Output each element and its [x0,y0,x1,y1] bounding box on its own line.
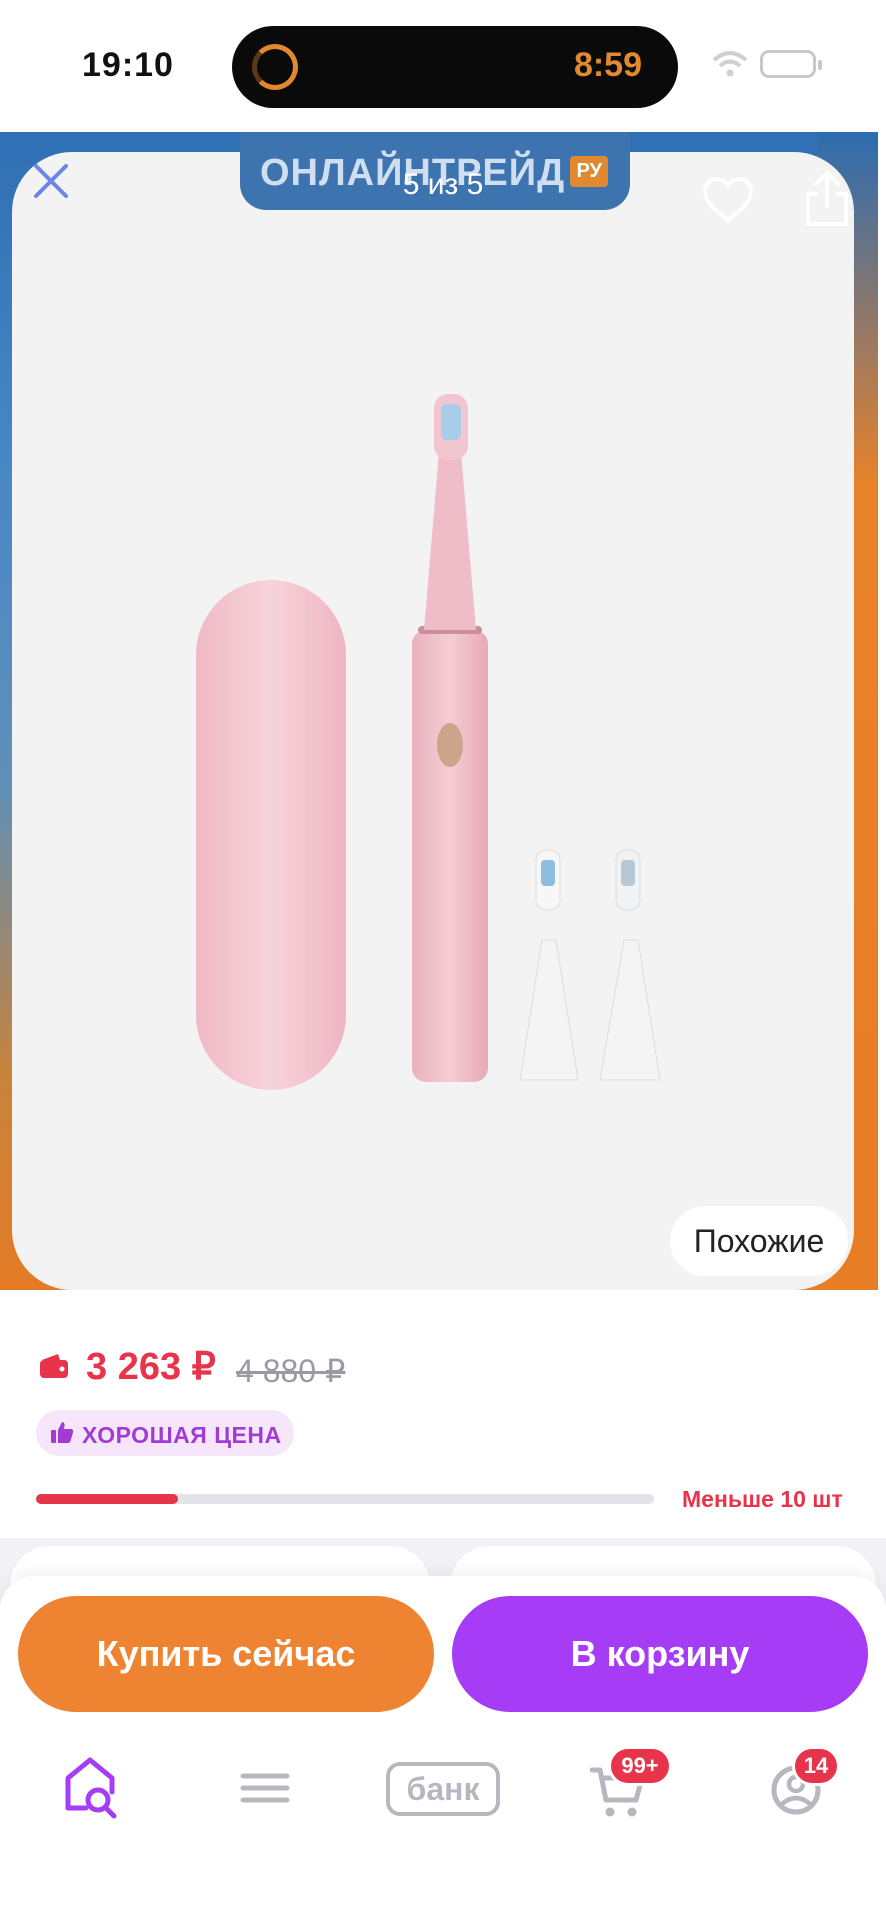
island-timer-text: 8:59 [573,46,642,84]
favorite-heart-icon[interactable] [702,176,754,224]
stock-remaining-text: Меньше 10 шт [682,1486,843,1512]
app-screen: 19:10 8:59 ОНЛАЙНТРЕЙД РУ 5 из 5 Похожие… [0,0,886,1920]
home-search-icon[interactable] [62,1752,120,1824]
good-price-badge: ХОРОШАЯ ЦЕНА [36,1410,294,1456]
dynamic-island: 8:59 [232,26,678,108]
catalog-menu-icon[interactable] [240,1752,290,1824]
wifi-icon [712,51,748,77]
cart-count-badge: 99+ [608,1746,672,1786]
thumbs-up-icon [51,1422,74,1443]
close-icon[interactable] [30,160,72,202]
timer-ring-icon [252,44,298,90]
good-price-label: ХОРОШАЯ ЦЕНА [82,1422,282,1448]
similar-products-button[interactable]: Похожие [670,1206,848,1276]
battery-icon [760,50,822,78]
bank-tab[interactable]: банк [386,1762,500,1816]
share-icon[interactable] [804,170,850,228]
add-to-cart-button[interactable]: В корзину [452,1596,868,1712]
profile-notification-badge: 14 [792,1746,840,1786]
wallet-icon [40,1354,68,1378]
current-price: 3 263 ₽ [86,1346,216,1388]
status-bar: 19:10 8:59 [0,0,886,132]
status-time: 19:10 [82,46,174,84]
stock-progress-fill [36,1494,179,1504]
buy-now-button[interactable]: Купить сейчас [18,1596,434,1712]
old-price: 4 880 ₽ [236,1353,346,1389]
product-image [196,394,661,1090]
stock-progress-bar [36,1494,654,1504]
